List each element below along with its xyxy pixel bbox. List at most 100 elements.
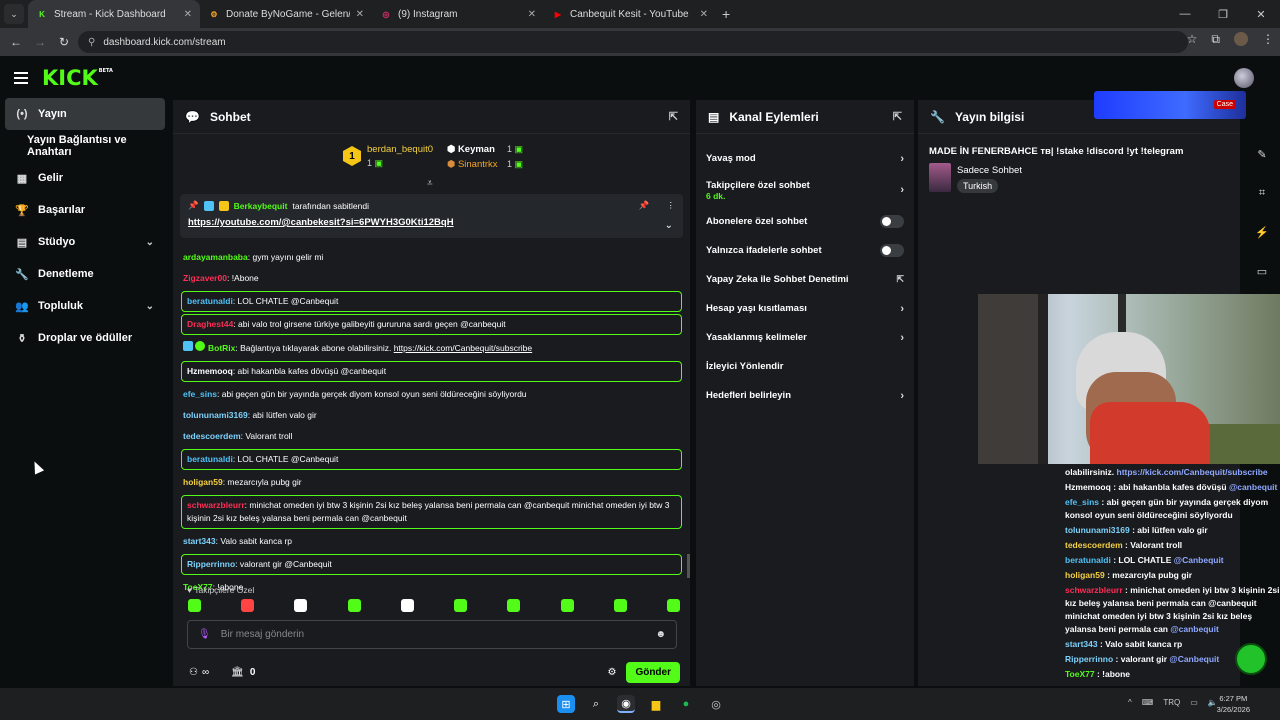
sidebar-item[interactable]: ▤ Stüdyo ⌄ — [0, 226, 170, 258]
chat-username[interactable]: holigan59 — [183, 477, 223, 487]
file-explorer-icon[interactable]: ▆ — [647, 695, 665, 713]
channel-action[interactable]: Abonelere özel sohbet — [696, 207, 914, 236]
channel-action[interactable]: Hedefleri belirleyin › — [696, 381, 914, 410]
chat-username[interactable]: BotRix — [208, 343, 235, 353]
toggle-switch[interactable] — [880, 215, 904, 228]
channel-action[interactable]: Yasaklanmış kelimeler › — [696, 323, 914, 352]
crop-icon[interactable]: ⌗ — [1259, 187, 1265, 200]
mic-icon[interactable]: 🎙 — [198, 629, 211, 640]
emote-icon[interactable] — [241, 599, 255, 612]
tab-close-icon[interactable]: ✕ — [184, 9, 192, 20]
browser-tab[interactable]: ▶ Canbequit Kesit - YouTube ✕ — [544, 0, 716, 28]
expand-pin-icon[interactable]: ⌄ — [665, 220, 673, 231]
tray-ime-icon[interactable]: ⌨ — [1142, 698, 1154, 707]
back-icon[interactable]: ← — [4, 35, 28, 49]
channel-action[interactable]: Hesap yaşı kısıtlaması › — [696, 294, 914, 323]
clock-date[interactable]: 3/26/2026 — [1217, 704, 1250, 715]
sidebar-item[interactable]: 🔧 Denetleme — [0, 258, 170, 290]
channel-action[interactable]: İzleyici Yönlendir — [696, 352, 914, 381]
minimize-icon[interactable]: — — [1166, 0, 1204, 28]
chat-username[interactable]: beratunaldi — [187, 454, 233, 464]
search-icon[interactable]: ⌕ — [587, 695, 605, 713]
sidebar-item[interactable]: (•) Yayın — [5, 98, 165, 130]
chat-link[interactable]: https://kick.com/Canbequit/subscribe — [394, 343, 532, 353]
emote-icon[interactable] — [454, 599, 468, 612]
windows-start-icon[interactable]: ⊞ — [557, 695, 575, 713]
ad-banner[interactable]: Case — [1094, 91, 1246, 119]
bookmark-star-icon[interactable]: ☆ — [1187, 32, 1198, 47]
sidebar-item[interactable]: 🏆 Başarılar — [0, 194, 170, 226]
channel-action[interactable]: Takipçilere özel sohbet 6 dk. › — [696, 173, 914, 207]
emote-icon[interactable] — [188, 599, 201, 612]
clock-time[interactable]: 6:27 PM — [1217, 693, 1250, 704]
settings-gear-icon[interactable]: ⚙ — [607, 667, 616, 678]
tab-close-icon[interactable]: ✕ — [356, 9, 364, 20]
category-thumbnail[interactable] — [929, 163, 951, 192]
input-language[interactable]: TRQ — [1163, 698, 1180, 707]
url-field[interactable]: ⚲ dashboard.kick.com/stream — [78, 31, 1188, 53]
forward-icon[interactable]: → — [28, 35, 52, 49]
browser-tab[interactable]: ⚙ Donate ByNoGame - Gelen/Giden ✕ — [200, 0, 372, 28]
chat-username[interactable]: efe_sins — [183, 389, 217, 399]
extensions-icon[interactable]: ⧉ — [1211, 32, 1220, 47]
chat-username[interactable]: Ripperrinno — [187, 559, 235, 569]
chat-username[interactable]: Hzmemooq — [187, 366, 233, 376]
unpin-icon[interactable]: 📌 — [639, 200, 650, 211]
channel-action[interactable]: Yalnızca ifadelerle sohbet — [696, 236, 914, 265]
users-icon[interactable]: ⚇ — [189, 667, 198, 678]
emote-icon[interactable] — [294, 599, 308, 612]
sidebar-item[interactable]: 👥 Topluluk ⌄ — [0, 290, 170, 322]
chrome-icon[interactable]: ◉ — [617, 695, 635, 713]
emoji-icon[interactable]: ☻ — [655, 629, 666, 640]
chat-username[interactable]: ardayamanbaba — [183, 252, 248, 262]
toggle-switch[interactable] — [880, 244, 904, 257]
leader-3-name[interactable]: Sinantrkx — [458, 159, 498, 170]
kick-logo[interactable]: KICK BETA — [42, 66, 113, 90]
chat-username[interactable]: schwarzbleurr — [187, 500, 245, 510]
new-tab-button[interactable]: + — [722, 6, 730, 22]
profile-avatar-icon[interactable] — [1234, 32, 1248, 46]
popout-icon[interactable]: ⇱ — [669, 110, 678, 123]
reload-icon[interactable]: ↻ — [52, 35, 76, 49]
tray-arrow-icon[interactable]: ^ — [1128, 698, 1132, 707]
emote-icon[interactable] — [560, 599, 574, 612]
send-button[interactable]: Gönder — [626, 661, 680, 683]
app-icon[interactable]: ◎ — [707, 695, 725, 713]
category-name[interactable]: Sadece Sohbet — [957, 165, 1022, 176]
tab-close-icon[interactable]: ✕ — [528, 9, 536, 20]
leader-2-name[interactable]: Keyman — [458, 144, 495, 155]
restore-icon[interactable]: ❐ — [1204, 0, 1242, 28]
actions-popout-icon[interactable]: ⇱ — [893, 110, 902, 123]
sidebar-item[interactable]: ⚱ Droplar ve ödüller — [0, 322, 170, 354]
sidebar-item[interactable]: Yayın Bağlantısı ve Anahtarı — [0, 130, 170, 162]
chat-scrollbar[interactable] — [687, 554, 690, 578]
network-icon[interactable]: ▭ — [1190, 698, 1198, 707]
tab-search-button[interactable]: ⌄ — [4, 4, 24, 24]
chat-username[interactable]: Draghest44 — [187, 319, 233, 329]
note-icon[interactable]: ▭ — [1257, 265, 1267, 278]
chat-username[interactable]: Zigzaver00 — [183, 273, 227, 283]
close-window-icon[interactable]: ✕ — [1242, 0, 1280, 28]
pinned-by-user[interactable]: Berkaybequit — [234, 201, 288, 211]
chat-username[interactable]: beratunaldi — [187, 296, 233, 306]
browser-menu-icon[interactable]: ⋮ — [1262, 32, 1274, 47]
site-info-icon[interactable]: ⚲ — [88, 37, 95, 48]
spotify-icon[interactable]: ● — [677, 695, 695, 713]
channel-action[interactable]: Yavaş mod › — [696, 144, 914, 173]
browser-tab[interactable]: ◎ (9) Instagram ✕ — [372, 0, 544, 28]
chat-username[interactable]: tedescoerdem — [183, 431, 241, 441]
pinned-link[interactable]: https://youtube.com/@canbekesit?si=6PWYH… — [188, 217, 675, 228]
emote-icon[interactable] — [613, 599, 627, 612]
user-avatar[interactable] — [1234, 68, 1254, 88]
emote-icon[interactable] — [400, 599, 414, 612]
chat-username[interactable]: tolununami3169 — [183, 410, 248, 420]
bolt-icon[interactable]: ⚡ — [1255, 226, 1269, 239]
pencil-icon[interactable]: ✎ — [1257, 148, 1266, 161]
emote-icon[interactable] — [347, 599, 361, 612]
pin-menu-icon[interactable]: ⋮ — [667, 200, 676, 211]
channel-action[interactable]: Yapay Zeka ile Sohbet Denetimi ⇱ — [696, 265, 914, 294]
gift-box-icon[interactable]: 🏛 — [231, 667, 244, 678]
collapse-leaderboard-icon[interactable]: ⩡ — [427, 178, 433, 189]
leader-1-name[interactable]: berdan_bequit0 — [367, 144, 433, 155]
emote-icon[interactable] — [507, 599, 521, 612]
